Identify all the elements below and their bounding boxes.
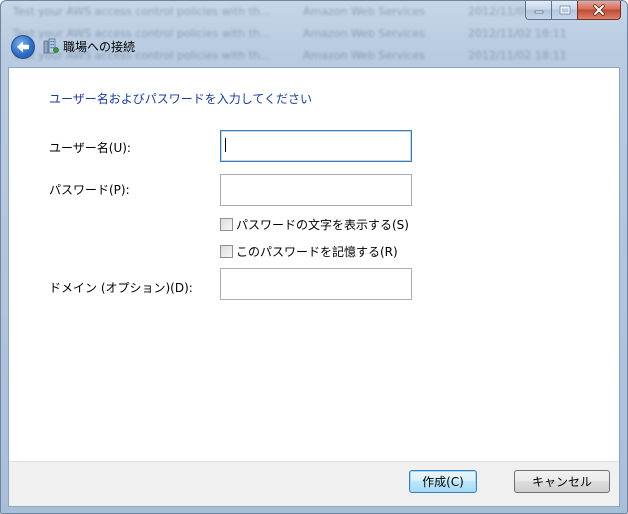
text-caret	[225, 138, 226, 152]
connect-to-workplace-window: Test your AWS access control policies wi…	[0, 0, 628, 514]
close-icon	[593, 4, 605, 16]
instruction-heading: ユーザー名およびパスワードを入力してください	[49, 92, 313, 106]
back-button[interactable]	[11, 35, 35, 59]
workplace-connection-icon	[43, 38, 59, 54]
cancel-button[interactable]: キャンセル	[514, 470, 610, 493]
minimize-button[interactable]	[525, 1, 551, 20]
maximize-button[interactable]	[551, 1, 577, 20]
show-password-label: パスワードの文字を表示する(S)	[236, 218, 409, 232]
minimize-icon	[534, 10, 543, 14]
show-password-checkbox[interactable]	[220, 218, 233, 231]
create-button[interactable]: 作成(C)	[409, 470, 477, 493]
remember-password-option[interactable]: このパスワードを記憶する(R)	[220, 243, 398, 260]
username-label: ユーザー名(U):	[49, 141, 131, 155]
close-button[interactable]	[577, 1, 621, 20]
password-label: パスワード(P):	[49, 183, 130, 197]
maximize-icon	[559, 5, 570, 15]
remember-password-checkbox[interactable]	[220, 245, 233, 258]
window-title: 職場への接続	[63, 40, 136, 54]
username-input[interactable]	[220, 130, 412, 162]
caption-buttons	[525, 1, 621, 21]
remember-password-label: このパスワードを記憶する(R)	[236, 245, 398, 259]
dialog-content: ユーザー名およびパスワードを入力してください ユーザー名(U): パスワード(P…	[8, 67, 620, 507]
ghost-row: Test your AWS access control policies wi…	[13, 5, 567, 18]
domain-input[interactable]	[220, 268, 412, 300]
show-password-option[interactable]: パスワードの文字を表示する(S)	[220, 216, 409, 233]
button-bar: 作成(C) キャンセル	[9, 461, 619, 506]
domain-label: ドメイン (オプション)(D):	[49, 281, 193, 295]
password-input[interactable]	[220, 174, 412, 206]
back-arrow-icon	[17, 41, 29, 53]
